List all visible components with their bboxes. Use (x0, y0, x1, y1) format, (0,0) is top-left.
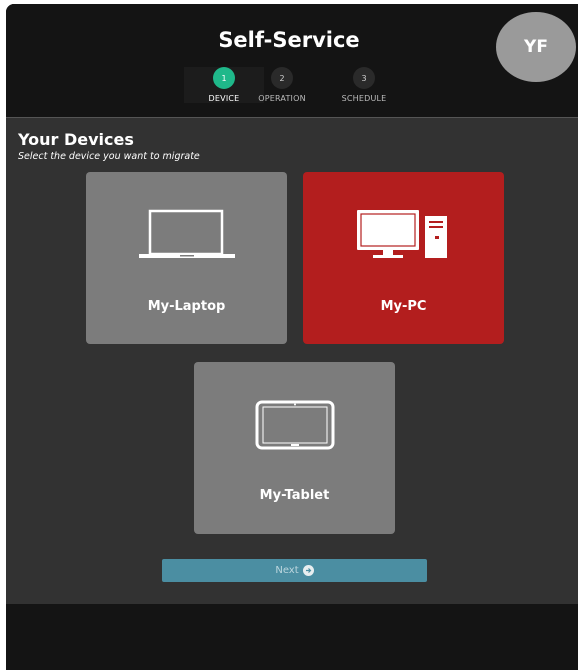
device-label: My-Laptop (147, 299, 226, 314)
step-number: 2 (271, 67, 293, 89)
step-number: 1 (213, 67, 235, 89)
laptop-icon (139, 209, 235, 258)
app-frame: Self-Service YF 1 DEVICE 2 OPERATION 3 S… (6, 4, 578, 670)
page-title: Self-Service (218, 28, 360, 52)
stepper: 1 DEVICE 2 OPERATION 3 SCHEDULE (6, 67, 578, 107)
desktop-pc-icon (357, 210, 447, 258)
next-button-label: Next (275, 565, 299, 576)
header: Self-Service YF 1 DEVICE 2 OPERATION 3 S… (6, 4, 578, 117)
section-title: Your Devices (18, 130, 134, 149)
step-operation[interactable]: 2 OPERATION (242, 67, 322, 103)
devices-panel: Your Devices Select the device you want … (6, 117, 578, 605)
step-number: 3 (353, 67, 375, 89)
step-label: SCHEDULE (341, 94, 387, 103)
section-subtitle: Select the device you want to migrate (18, 151, 200, 162)
tablet-icon (255, 400, 335, 450)
next-button[interactable]: Next (162, 559, 427, 582)
step-label: OPERATION (258, 94, 306, 103)
device-tile-pc[interactable]: My-PC (303, 172, 504, 344)
device-tile-laptop[interactable]: My-Laptop (86, 172, 287, 344)
device-label: My-Tablet (259, 488, 330, 503)
step-schedule[interactable]: 3 SCHEDULE (324, 67, 404, 103)
footer (6, 604, 578, 670)
device-label: My-PC (380, 299, 427, 314)
device-tile-tablet[interactable]: My-Tablet (194, 362, 395, 534)
arrow-right-icon (302, 565, 314, 576)
